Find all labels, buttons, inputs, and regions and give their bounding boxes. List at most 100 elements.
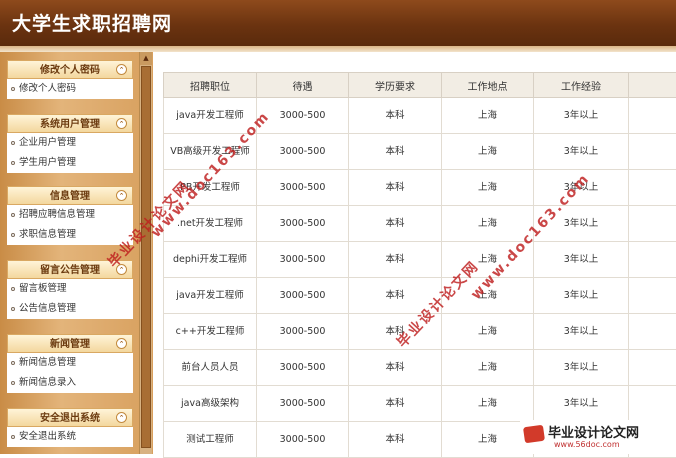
table-cell: 3年以上 bbox=[534, 98, 629, 134]
sidebar-item[interactable]: 修改个人密码 bbox=[7, 79, 133, 99]
sidebar-item-label: 企业用户管理 bbox=[19, 137, 76, 148]
logo-main: 毕业设计论文网 bbox=[548, 422, 639, 441]
column-header: 工作地点 bbox=[442, 73, 534, 98]
sidebar-item[interactable]: 公告信息管理 bbox=[7, 299, 133, 319]
sidebar-panel: 安全退出系统 ⌃ 安全退出系统 bbox=[7, 408, 133, 447]
sidebar-panel: 信息管理⌃ 招聘应聘信息管理求职信息管理 bbox=[7, 186, 133, 245]
table-header-row: 招聘职位待遇学历要求工作地点工作经验 bbox=[164, 73, 676, 98]
table-cell-empty bbox=[629, 170, 676, 206]
table-cell: 3000-500 bbox=[257, 278, 349, 314]
table-row: 前台人员人员3000-500本科上海3年以上 bbox=[164, 350, 676, 386]
table-cell: c++开发工程师 bbox=[164, 314, 257, 350]
sidebar-item[interactable]: 求职信息管理 bbox=[7, 225, 133, 245]
table-cell: 本科 bbox=[349, 134, 442, 170]
bullet-icon bbox=[11, 287, 15, 291]
chevron-up-icon[interactable]: ⌃ bbox=[116, 338, 127, 349]
sidebar-item[interactable]: 留言板管理 bbox=[7, 279, 133, 299]
chevron-up-icon[interactable]: ⌃ bbox=[116, 118, 127, 129]
table-cell: 本科 bbox=[349, 98, 442, 134]
sidebar-panel: 系统用户管理⌃ 企业用户管理学生用户管理 bbox=[7, 114, 133, 173]
sidebar-item-label: 安全退出系统 bbox=[19, 431, 76, 442]
table-cell: 前台人员人员 bbox=[164, 350, 257, 386]
sidebar-item-label: 招聘应聘信息管理 bbox=[19, 209, 95, 220]
sidebar-item-label: 留言板管理 bbox=[19, 283, 67, 294]
panel-title-text: 新闻管理 bbox=[50, 339, 90, 350]
table-cell: 上海 bbox=[442, 170, 534, 206]
sidebar-panel-title[interactable]: 信息管理⌃ bbox=[7, 186, 133, 205]
scrollbar-thumb[interactable] bbox=[141, 66, 151, 448]
panel-title-text: 安全退出系统 bbox=[40, 413, 100, 424]
column-header-empty bbox=[629, 73, 676, 98]
chevron-up-icon[interactable]: ⌃ bbox=[116, 412, 127, 423]
table-cell: 3000-500 bbox=[257, 206, 349, 242]
table-cell: 3年以上 bbox=[534, 350, 629, 386]
scroll-up-icon[interactable]: ▲ bbox=[140, 52, 152, 65]
sidebar-item[interactable]: 新闻信息录入 bbox=[7, 373, 133, 393]
sidebar-panel-title[interactable]: 安全退出系统 ⌃ bbox=[7, 408, 133, 427]
table-cell: 3000-500 bbox=[257, 134, 349, 170]
table-cell: java开发工程师 bbox=[164, 278, 257, 314]
table-cell: dephi开发工程师 bbox=[164, 242, 257, 278]
table-row: dephi开发工程师3000-500本科上海3年以上 bbox=[164, 242, 676, 278]
table-cell: java高级架构 bbox=[164, 386, 257, 422]
panel-title-text: 修改个人密码 bbox=[40, 65, 100, 76]
main-content: 招聘职位待遇学历要求工作地点工作经验 java开发工程师3000-500本科上海… bbox=[153, 52, 676, 454]
table-cell-empty bbox=[629, 314, 676, 350]
bullet-icon bbox=[11, 361, 15, 365]
sidebar-item[interactable]: 招聘应聘信息管理 bbox=[7, 205, 133, 225]
sidebar-item-label: 公告信息管理 bbox=[19, 303, 76, 314]
table-cell: 3000-500 bbox=[257, 350, 349, 386]
table-cell-empty bbox=[629, 242, 676, 278]
table-cell: 3年以上 bbox=[534, 242, 629, 278]
sidebar-panel-title[interactable]: 修改个人密码 ⌃ bbox=[7, 60, 133, 79]
table-cell: 本科 bbox=[349, 170, 442, 206]
sidebar-item-label: 修改个人密码 bbox=[19, 83, 76, 94]
column-header: 学历要求 bbox=[349, 73, 442, 98]
sidebar-item[interactable]: 新闻信息管理 bbox=[7, 353, 133, 373]
table-cell-empty bbox=[629, 350, 676, 386]
table-cell: 3000-500 bbox=[257, 386, 349, 422]
sidebar-scrollbar[interactable]: ▲ bbox=[139, 52, 152, 454]
table-cell: 本科 bbox=[349, 242, 442, 278]
table-cell-empty bbox=[629, 134, 676, 170]
table-cell: 3000-500 bbox=[257, 242, 349, 278]
table-row: java高级架构3000-500本科上海3年以上 bbox=[164, 386, 676, 422]
table-cell: 上海 bbox=[442, 386, 534, 422]
chevron-up-icon[interactable]: ⌃ bbox=[116, 64, 127, 75]
table-cell: 测试工程师 bbox=[164, 422, 257, 458]
sidebar-item-label: 学生用户管理 bbox=[19, 157, 76, 168]
chevron-up-icon[interactable]: ⌃ bbox=[116, 190, 127, 201]
sidebar-panel: 修改个人密码 ⌃ 修改个人密码 bbox=[7, 60, 133, 99]
sidebar-item[interactable]: 安全退出系统 bbox=[7, 427, 133, 447]
table-cell: 3年以上 bbox=[534, 134, 629, 170]
bullet-icon bbox=[11, 233, 15, 237]
table-row: .net开发工程师3000-500本科上海3年以上 bbox=[164, 206, 676, 242]
sidebar-item-label: 新闻信息管理 bbox=[19, 357, 76, 368]
column-header: 待遇 bbox=[257, 73, 349, 98]
table-row: java开发工程师3000-500本科上海3年以上 bbox=[164, 98, 676, 134]
table-cell: 本科 bbox=[349, 422, 442, 458]
table-row: PB开发工程师3000-500本科上海3年以上 bbox=[164, 170, 676, 206]
table-cell: 本科 bbox=[349, 206, 442, 242]
column-header: 工作经验 bbox=[534, 73, 629, 98]
sidebar-panel-title[interactable]: 系统用户管理⌃ bbox=[7, 114, 133, 133]
bullet-icon bbox=[11, 381, 15, 385]
sidebar-item[interactable]: 学生用户管理 bbox=[7, 153, 133, 173]
app-header: 大学生求职招聘网 bbox=[0, 0, 676, 46]
table-cell: 3000-500 bbox=[257, 98, 349, 134]
sidebar-item[interactable]: 企业用户管理 bbox=[7, 133, 133, 153]
app-title: 大学生求职招聘网 bbox=[12, 9, 172, 36]
table-cell: 3年以上 bbox=[534, 278, 629, 314]
sidebar-item-label: 新闻信息录入 bbox=[19, 377, 76, 388]
panel-title-text: 留言公告管理 bbox=[40, 265, 100, 276]
table-cell-empty bbox=[629, 98, 676, 134]
sidebar-item-label: 求职信息管理 bbox=[19, 229, 76, 240]
table-cell: 上海 bbox=[442, 98, 534, 134]
sidebar-panel-title[interactable]: 新闻管理 ⌃ bbox=[7, 334, 133, 353]
table-cell: 上海 bbox=[442, 314, 534, 350]
table-cell: 上海 bbox=[442, 350, 534, 386]
bullet-icon bbox=[11, 307, 15, 311]
table-cell: 上海 bbox=[442, 134, 534, 170]
table-cell-empty bbox=[629, 278, 676, 314]
bullet-icon bbox=[11, 213, 15, 217]
